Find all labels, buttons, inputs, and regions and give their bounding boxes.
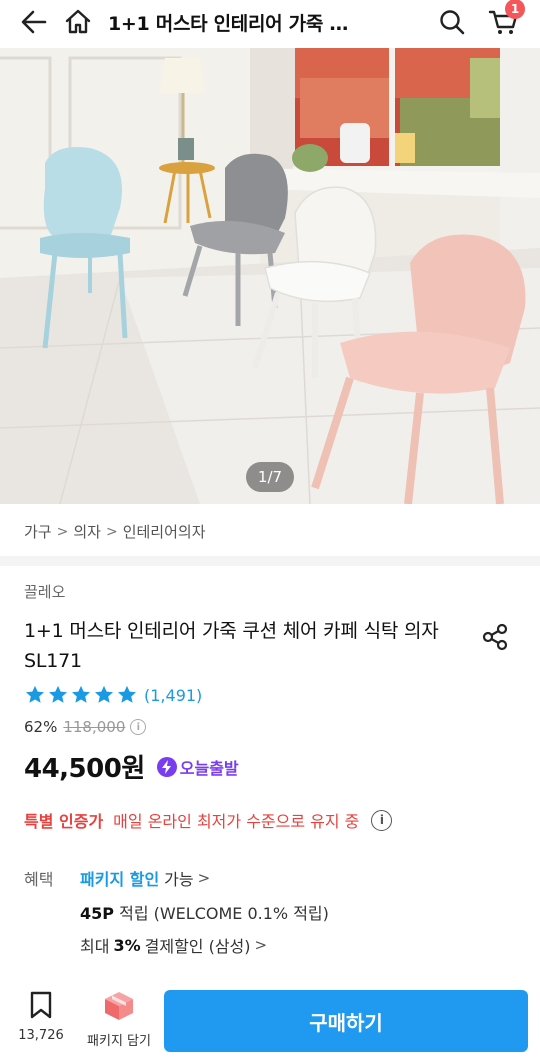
wishlist-button[interactable]: 13,726	[10, 990, 72, 1054]
share-button[interactable]	[478, 620, 512, 654]
brand-name[interactable]: 끌레오	[24, 581, 65, 602]
star-icon	[72, 685, 90, 703]
lightning-icon	[156, 756, 177, 777]
discount-row: 62% 118,000 i	[24, 718, 147, 736]
gift-box-icon	[105, 992, 133, 1020]
special-price-row: 특별 인증가 매일 온라인 최저가 수준으로 유지 중 i	[24, 808, 393, 832]
points-text: 적립 (WELCOME 0.1% 적립)	[119, 904, 329, 923]
package-discount-status: 가능	[164, 870, 194, 889]
search-icon	[440, 10, 465, 35]
sale-price: 44,500원	[24, 754, 145, 784]
info-icon[interactable]: i	[130, 719, 147, 735]
card-discount-link[interactable]: 최대 3% 결제할인 (삼성) >	[80, 933, 267, 957]
package-discount-label: 패키지 할인	[80, 870, 160, 889]
chevron-right-icon: >	[105, 523, 118, 540]
bottom-action-bar: 13,726 패키지 담기 구매하기	[0, 980, 540, 1060]
breadcrumb-item[interactable]: 가구	[24, 521, 52, 542]
arrow-left-icon	[21, 10, 47, 34]
card-discount-prefix: 최대	[80, 937, 110, 956]
star-icon	[26, 685, 44, 703]
package-discount-link[interactable]: 패키지 할인 가능 >	[80, 866, 210, 890]
chevron-right-icon: >	[197, 869, 211, 887]
star-rating	[24, 684, 138, 706]
star-icon	[95, 685, 113, 703]
breadcrumb-item[interactable]: 인테리어의자	[123, 521, 206, 542]
info-icon[interactable]: i	[371, 809, 393, 831]
discount-rate: 62%	[24, 718, 58, 736]
home-icon	[65, 9, 91, 34]
breadcrumb-item[interactable]: 의자	[73, 521, 101, 542]
search-button[interactable]	[430, 0, 474, 44]
image-counter: 1/7	[246, 462, 294, 492]
points-row: 45P 적립 (WELCOME 0.1% 적립)	[80, 900, 329, 924]
price-row: 44,500원 오늘출발	[24, 748, 239, 785]
review-count[interactable]: (1,491)	[144, 686, 202, 705]
back-button[interactable]	[14, 0, 54, 44]
delivery-badge-label: 오늘출발	[179, 758, 239, 778]
delivery-badge: 오늘출발	[156, 755, 239, 779]
bookmark-icon	[30, 991, 52, 1019]
rating-row[interactable]: (1,491)	[24, 684, 202, 706]
product-title: 1+1 머스타 인테리어 가죽 쿠션 체어 카페 식탁 의자 SL171	[24, 620, 439, 672]
card-discount-text: 결제할인 (삼성)	[144, 937, 251, 956]
share-icon	[482, 623, 508, 651]
product-photo	[0, 48, 540, 504]
card-discount-value: 3%	[113, 935, 141, 955]
points-value: 45P	[80, 904, 114, 923]
add-package-button[interactable]: 패키지 담기	[80, 990, 158, 1054]
product-image[interactable]	[0, 48, 540, 504]
add-package-label: 패키지 담기	[87, 1034, 151, 1049]
special-price-text: 매일 온라인 최저가 수준으로 유지 중	[113, 812, 360, 831]
top-header: 1+1 머스타 인테리어 가죽 … 1	[0, 0, 540, 44]
star-icon	[118, 685, 136, 703]
page-title: 1+1 머스타 인테리어 가죽 …	[108, 12, 349, 35]
wishlist-count: 13,726	[18, 1028, 64, 1043]
star-icon	[49, 685, 67, 703]
home-button[interactable]	[58, 0, 98, 44]
benefits-label: 혜택	[24, 870, 54, 889]
chevron-right-icon: >	[56, 523, 69, 540]
breadcrumb: 가구 > 의자 > 인테리어의자	[24, 521, 206, 542]
chevron-right-icon: >	[254, 936, 268, 954]
cart-count-badge: 1	[505, 0, 525, 19]
section-divider	[0, 556, 540, 566]
buy-button[interactable]: 구매하기	[164, 990, 528, 1052]
special-price-label: 특별 인증가	[24, 812, 104, 831]
cart-button[interactable]: 1	[482, 0, 526, 44]
original-price: 118,000	[63, 718, 126, 736]
